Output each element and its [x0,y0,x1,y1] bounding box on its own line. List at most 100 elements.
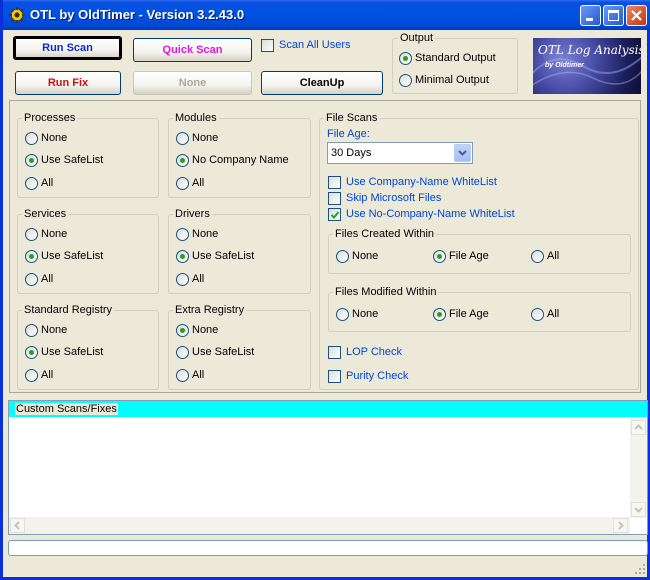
radio-dot[interactable] [176,369,189,382]
checkbox-box[interactable] [328,208,341,221]
radio-dot[interactable] [25,324,38,337]
radio-dot[interactable] [176,273,189,286]
checkbox-box[interactable] [328,176,341,189]
file-age-dropdown[interactable]: 30 Days [327,142,473,164]
file-scans-label: File Scans [324,112,380,124]
quick-scan-button[interactable]: Quick Scan [133,38,252,62]
processes-group: Processes None Use SafeList All [17,112,159,198]
radio-label: All [41,369,54,381]
radio-dot[interactable] [25,132,38,145]
otl-window: OTL by OldTimer - Version 3.2.43.0 Run S… [0,0,650,580]
scroll-left-button[interactable] [10,518,25,533]
radio-label: Use SafeList [192,250,255,262]
radio-dot[interactable] [399,74,412,87]
scan-all-users-label: Scan All Users [279,39,351,51]
checkbox-box[interactable] [261,39,274,52]
radio-label: Use SafeList [41,154,104,166]
purity-check-label: Purity Check [346,370,409,382]
radio-label: No Company Name [192,154,289,166]
drivers-group: Drivers None Use SafeList All [168,208,311,294]
none-label: None [178,77,207,89]
vertical-scrollbar[interactable] [630,417,647,518]
status-bar [8,540,648,556]
maximize-button[interactable] [603,5,624,26]
radio-dot[interactable] [25,273,38,286]
radio-dot[interactable] [25,369,38,382]
lop-check-label: LOP Check [346,346,403,358]
output-group: Output Standard Output Minimal Output [392,32,518,94]
close-button[interactable] [626,5,647,26]
radio-label: None [352,250,379,262]
title-bar[interactable]: OTL by OldTimer - Version 3.2.43.0 [3,0,650,30]
radio-dot[interactable] [25,346,38,359]
radio-label: All [547,308,560,320]
cleanup-button[interactable]: CleanUp [261,71,383,95]
radio-dot[interactable] [176,250,189,263]
processes-label: Processes [22,112,78,124]
custom-scans-label: Custom Scans/Fixes [15,403,118,415]
radio-label: Use SafeList [192,346,255,358]
radio-dot[interactable] [176,324,189,337]
none-button[interactable]: None [133,71,252,95]
modules-group: Modules None No Company Name All [168,112,311,198]
run-fix-button[interactable]: Run Fix [15,71,121,95]
files-created-group: Files Created Within None File Age All [328,228,631,274]
horizontal-scrollbar[interactable] [9,517,630,534]
radio-label: All [41,273,54,285]
nocompany-whitelist-label: Use No-Company-Name WhiteList [346,208,515,220]
radio-dot[interactable] [25,250,38,263]
checkbox-box[interactable] [328,192,341,205]
services-group: Services None Use SafeList All [17,208,159,294]
output-standard-label: Standard Output [415,52,496,64]
radio-dot[interactable] [176,228,189,241]
app-icon [9,7,25,23]
file-age-value: 30 Days [331,147,372,159]
radio-label: All [41,177,54,189]
radio-dot[interactable] [25,177,38,190]
radio-label: Use SafeList [41,250,104,262]
scroll-right-button[interactable] [613,518,628,533]
radio-dot[interactable] [531,308,544,321]
company-whitelist-label: Use Company-Name WhiteList [346,176,497,188]
radio-dot[interactable] [176,346,189,359]
radio-dot[interactable] [25,228,38,241]
services-label: Services [22,208,69,220]
radio-label: File Age [449,308,489,320]
close-icon [631,10,642,21]
radio-dot[interactable] [176,132,189,145]
radio-label: None [41,228,68,240]
logo-subtitle: by Oldtimer [545,62,584,69]
extra-registry-group: Extra Registry None Use SafeList All [168,304,311,390]
run-scan-button[interactable]: Run Scan [13,36,122,60]
dropdown-arrow-button[interactable] [454,144,471,162]
radio-label: File Age [449,250,489,262]
output-minimal-label: Minimal Output [415,74,489,86]
run-fix-label: Run Fix [47,77,89,89]
radio-label: None [352,308,379,320]
checkmark-icon [330,211,340,219]
arrow-left-icon [14,521,20,530]
radio-dot[interactable] [336,250,349,263]
minimize-button[interactable] [580,5,601,26]
checkbox-box[interactable] [328,370,341,383]
radio-dot[interactable] [176,154,189,167]
checkbox-box[interactable] [328,346,341,359]
scroll-down-button[interactable] [631,502,646,517]
custom-scans-area[interactable]: Custom Scans/Fixes [8,400,648,535]
resize-grip-icon[interactable] [633,562,647,576]
radio-label: None [192,228,219,240]
radio-dot[interactable] [433,250,446,263]
radio-dot[interactable] [25,154,38,167]
radio-dot[interactable] [433,308,446,321]
radio-dot[interactable] [336,308,349,321]
radio-dot[interactable] [176,177,189,190]
skip-microsoft-label: Skip Microsoft Files [346,192,442,204]
standard-registry-label: Standard Registry [22,304,115,316]
radio-dot[interactable] [399,52,412,65]
radio-label: None [192,132,219,144]
radio-dot[interactable] [531,250,544,263]
standard-registry-group: Standard Registry None Use SafeList All [17,304,159,390]
files-created-label: Files Created Within [333,228,437,240]
quick-scan-label: Quick Scan [162,44,223,56]
scroll-up-button[interactable] [631,420,646,435]
